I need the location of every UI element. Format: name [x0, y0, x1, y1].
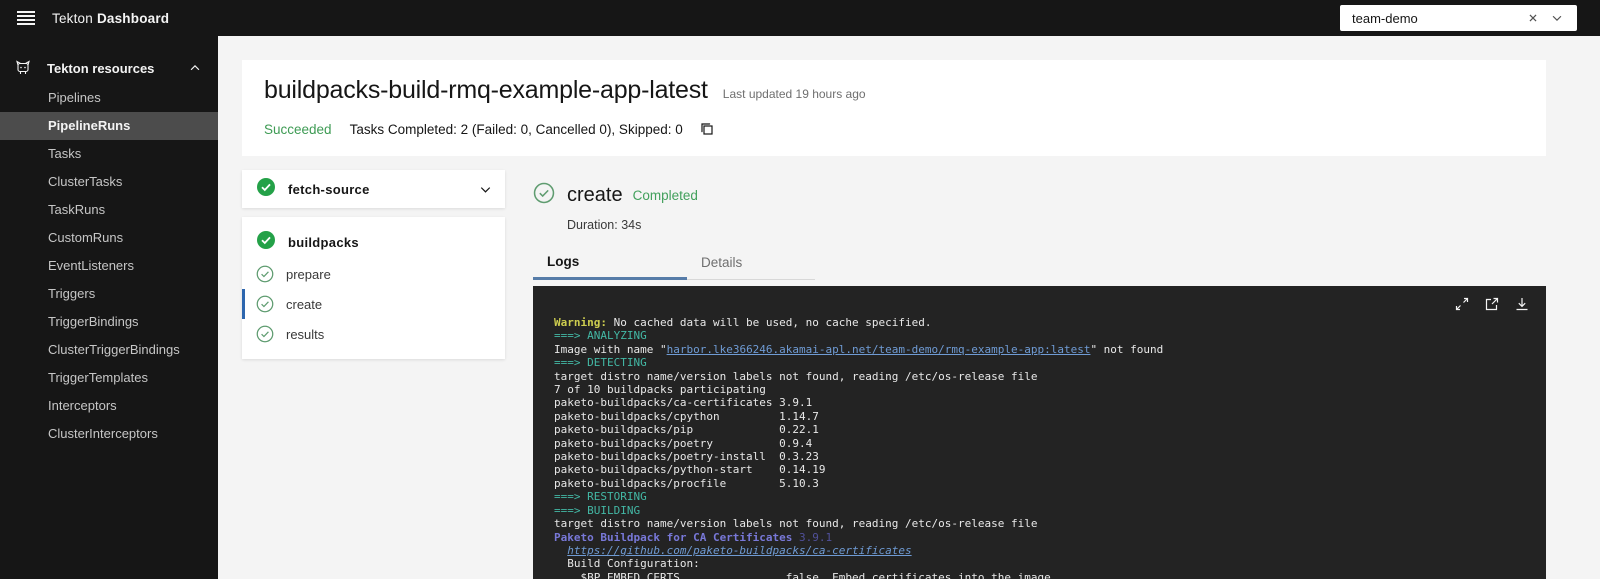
- tab-bar: Logs Details: [533, 248, 1546, 280]
- sidebar: Tekton resources PipelinesPipelineRunsTa…: [0, 36, 218, 579]
- step-label: results: [286, 327, 324, 342]
- log-line: paketo-buildpacks/python-start 0.14.19: [554, 463, 1546, 476]
- namespace-selector[interactable]: team-demo: [1340, 5, 1577, 31]
- copy-icon[interactable]: [697, 119, 717, 139]
- chevron-down-icon[interactable]: [478, 182, 493, 197]
- checkmark-outline-icon: [256, 295, 274, 313]
- sidebar-item-pipelines[interactable]: Pipelines: [0, 84, 218, 112]
- sidebar-item-eventlisteners[interactable]: EventListeners: [0, 252, 218, 280]
- sidebar-item-pipelineruns[interactable]: PipelineRuns: [0, 112, 218, 140]
- log-line: ===> ANALYZING: [554, 329, 1546, 342]
- chevron-down-icon[interactable]: [1545, 6, 1569, 30]
- log-line: paketo-buildpacks/poetry-install 0.3.23: [554, 450, 1546, 463]
- duration-label: Duration: 34s: [567, 218, 1546, 232]
- brand-bold: Dashboard: [97, 11, 169, 26]
- sidebar-item-triggers[interactable]: Triggers: [0, 280, 218, 308]
- log-line: paketo-buildpacks/procfile 5.10.3: [554, 477, 1546, 490]
- sidebar-item-interceptors[interactable]: Interceptors: [0, 392, 218, 420]
- log-toolbar: [1450, 292, 1534, 316]
- step-item-results[interactable]: results: [242, 319, 505, 349]
- chevron-up-icon: [188, 61, 202, 75]
- namespace-value: team-demo: [1352, 11, 1521, 26]
- sidebar-item-clustertriggerbindings[interactable]: ClusterTriggerBindings: [0, 336, 218, 364]
- open-in-new-icon[interactable]: [1480, 292, 1504, 316]
- tab-logs[interactable]: Logs: [533, 248, 687, 280]
- log-line: target distro name/version labels not fo…: [554, 517, 1546, 530]
- checkmark-outline-icon: [256, 265, 274, 283]
- sidebar-item-clustertasks[interactable]: ClusterTasks: [0, 168, 218, 196]
- page-title: buildpacks-build-rmq-example-app-latest: [264, 76, 708, 105]
- log-line: paketo-buildpacks/pip 0.22.1: [554, 423, 1546, 436]
- sidebar-item-triggerbindings[interactable]: TriggerBindings: [0, 308, 218, 336]
- sidebar-item-clusterinterceptors[interactable]: ClusterInterceptors: [0, 420, 218, 448]
- tekton-logo-icon: [14, 59, 32, 77]
- sidebar-section-label: Tekton resources: [47, 61, 154, 76]
- top-bar: Tekton Dashboard team-demo: [0, 0, 1600, 36]
- task-name: fetch-source: [288, 182, 370, 197]
- log-line: 7 of 10 buildpacks participating: [554, 383, 1546, 396]
- step-detail: create Completed Duration: 34s Logs Deta…: [533, 182, 1546, 280]
- log-line: target distro name/version labels not fo…: [554, 370, 1546, 383]
- checkmark-filled-icon: [256, 177, 276, 202]
- sidebar-item-taskruns[interactable]: TaskRuns: [0, 196, 218, 224]
- log-line: ===> BUILDING: [554, 504, 1546, 517]
- step-title: create: [567, 184, 623, 207]
- log-line: ===> RESTORING: [554, 490, 1546, 503]
- clear-icon[interactable]: [1521, 6, 1545, 30]
- sidebar-item-customruns[interactable]: CustomRuns: [0, 224, 218, 252]
- step-item-prepare[interactable]: prepare: [242, 259, 505, 289]
- log-line: Build Configuration:: [554, 557, 1546, 570]
- tasks-summary: Tasks Completed: 2 (Failed: 0, Cancelled…: [350, 122, 683, 137]
- log-line: paketo-buildpacks/ca-certificates 3.9.1: [554, 396, 1546, 409]
- log-line: ===> DETECTING: [554, 356, 1546, 369]
- log-line: Warning: No cached data will be used, no…: [554, 316, 1546, 329]
- sidebar-section-tekton-resources[interactable]: Tekton resources: [0, 52, 218, 84]
- log-content: Warning: No cached data will be used, no…: [533, 286, 1546, 579]
- checkmark-outline-icon: [256, 325, 274, 343]
- task-card-fetch-source[interactable]: fetch-source: [242, 170, 505, 208]
- step-item-create[interactable]: create: [242, 289, 505, 319]
- download-icon[interactable]: [1510, 292, 1534, 316]
- tab-details[interactable]: Details: [687, 248, 815, 280]
- sidebar-nav: PipelinesPipelineRunsTasksClusterTasksTa…: [0, 84, 218, 448]
- log-viewer: Warning: No cached data will be used, no…: [533, 286, 1546, 579]
- pipelinerun-header-card: buildpacks-build-rmq-example-app-latest …: [242, 60, 1546, 156]
- checkmark-filled-icon: [256, 230, 276, 255]
- log-line: paketo-buildpacks/poetry 0.9.4: [554, 437, 1546, 450]
- log-line: Paketo Buildpack for CA Certificates 3.9…: [554, 531, 1546, 544]
- task-name: buildpacks: [288, 235, 359, 250]
- step-status-label: Completed: [633, 188, 698, 203]
- last-updated-label: Last updated 19 hours ago: [723, 87, 866, 101]
- checkmark-outline-icon: [533, 182, 555, 209]
- sidebar-item-tasks[interactable]: Tasks: [0, 140, 218, 168]
- sidebar-item-triggertemplates[interactable]: TriggerTemplates: [0, 364, 218, 392]
- main-content: buildpacks-build-rmq-example-app-latest …: [218, 36, 1600, 579]
- hamburger-menu-icon[interactable]: [0, 0, 52, 36]
- app-title: Tekton Dashboard: [52, 11, 169, 26]
- task-card-buildpacks: buildpacks prepare create results: [242, 217, 505, 359]
- brand-prefix: Tekton: [52, 11, 97, 26]
- log-line: $BP_EMBED_CERTS false Embed certificates…: [554, 571, 1546, 579]
- log-line: paketo-buildpacks/cpython 1.14.7: [554, 410, 1546, 423]
- task-list: fetch-source buildpacks prepare create res…: [242, 170, 505, 359]
- step-list: prepare create results: [242, 259, 505, 349]
- log-line: https://github.com/paketo-buildpacks/ca-…: [554, 544, 1546, 557]
- maximize-icon[interactable]: [1450, 292, 1474, 316]
- step-label: prepare: [286, 267, 331, 282]
- log-line: Image with name "harbor.lke366246.akamai…: [554, 343, 1546, 356]
- step-label: create: [286, 297, 322, 312]
- task-header-buildpacks[interactable]: buildpacks: [242, 225, 505, 259]
- status-badge: Succeeded: [264, 122, 332, 137]
